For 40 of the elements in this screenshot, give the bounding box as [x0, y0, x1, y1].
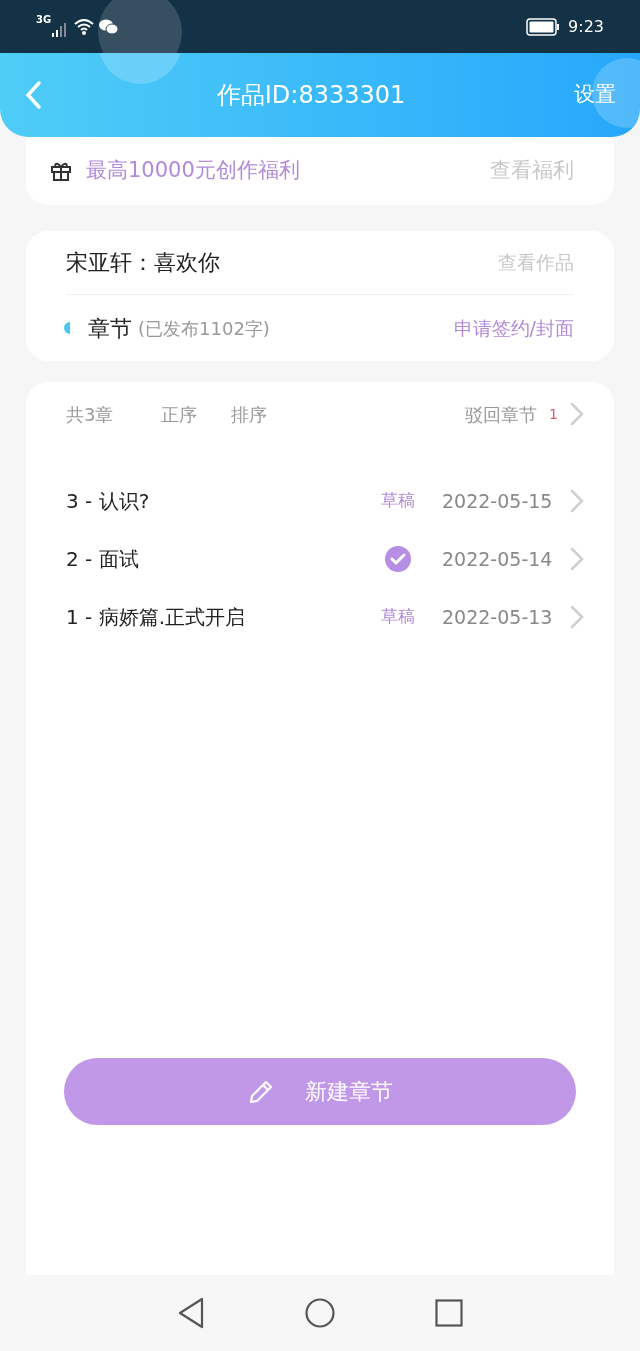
wifi-icon — [73, 17, 96, 36]
chevron-right-icon[interactable] — [570, 489, 584, 513]
benefit-text: 最高10000元创作福利 — [86, 157, 300, 185]
word-count: (已发布1102字) — [138, 316, 270, 341]
sort-button[interactable]: 排序 — [231, 400, 268, 428]
work-title: 宋亚轩：喜欢你 — [66, 249, 220, 277]
back-icon[interactable] — [177, 1297, 205, 1329]
rejected-count: 1 — [549, 404, 558, 424]
chapter-date: 2022-05-13 — [442, 604, 554, 630]
network-type: 3G — [36, 13, 52, 27]
new-chapter-button[interactable]: 新建章节 — [64, 1058, 576, 1125]
battery-icon — [526, 17, 561, 36]
section-label: 章节 — [88, 314, 132, 343]
gift-icon — [50, 160, 72, 182]
chapter-row[interactable]: 3 - 认识? 草稿 2022-05-15 — [66, 472, 584, 530]
signal-icon — [51, 21, 68, 38]
order-button[interactable]: 正序 — [161, 400, 198, 428]
apply-contract-link[interactable]: 申请签约/封面 — [453, 313, 574, 343]
chat-icon — [99, 18, 120, 35]
clock: 9:23 — [568, 15, 604, 38]
settings-button[interactable]: 设置 — [574, 79, 616, 111]
chevron-right-icon[interactable] — [570, 605, 584, 629]
chapter-total: 共3章 — [66, 402, 114, 427]
chapter-date: 2022-05-14 — [442, 546, 554, 572]
back-icon — [24, 80, 42, 110]
chapter-date: 2022-05-15 — [442, 488, 554, 514]
recents-icon[interactable] — [435, 1299, 463, 1327]
chevron-right-icon[interactable] — [570, 402, 584, 426]
draft-label: 草稿 — [381, 489, 415, 513]
chevron-right-icon[interactable] — [570, 547, 584, 571]
section-marker-icon — [64, 322, 70, 334]
home-icon[interactable] — [305, 1298, 335, 1328]
rejected-chapters-label[interactable]: 驳回章节 — [465, 400, 538, 428]
chapter-row[interactable]: 1 - 病娇篇.正式开启 草稿 2022-05-13 — [66, 588, 584, 646]
chapter-row[interactable]: 2 - 面试 2022-05-14 — [66, 530, 584, 588]
chapter-title: 1 - 病娇篇.正式开启 — [66, 604, 246, 631]
chapter-title: 2 - 面试 — [66, 546, 140, 573]
page-title: 作品ID:8333301 — [215, 80, 407, 111]
draft-label: 草稿 — [381, 605, 415, 629]
chapter-title: 3 - 认识? — [66, 488, 151, 515]
